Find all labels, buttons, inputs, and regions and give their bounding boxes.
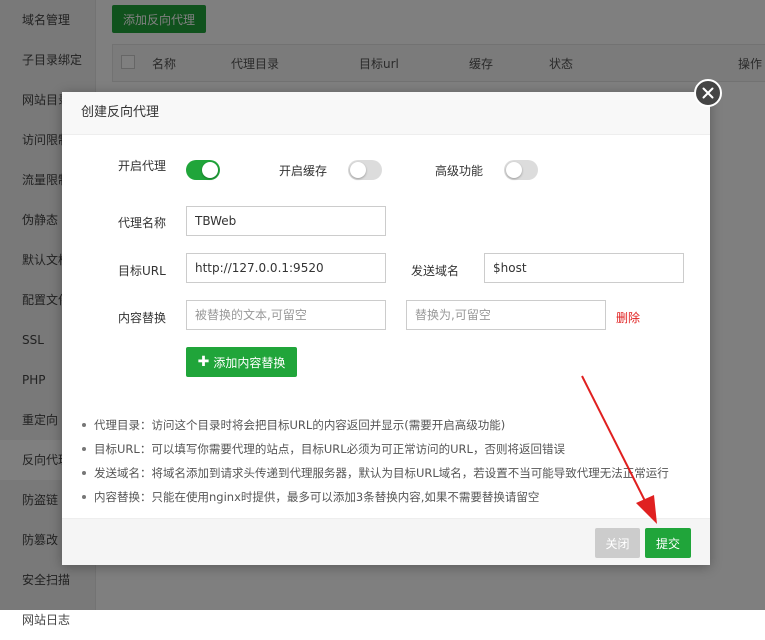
note-send-domain: 发送域名：将域名添加到请求头传递到代理服务器，默认为目标URL域名，若设置不当可… [80,461,700,485]
note-proxy-dir: 代理目录：访问这个目录时将会把目标URL的内容返回并显示(需要开启高级功能) [80,413,700,437]
add-content-replace-label: 添加内容替换 [213,355,286,370]
advanced-toggle[interactable] [504,160,538,180]
target-url-input[interactable] [186,253,386,283]
delete-replace-link[interactable]: 删除 [616,309,640,326]
add-content-replace-button[interactable]: ✚ 添加内容替换 [186,347,297,377]
proxy-name-label: 代理名称 [118,216,167,230]
cache-toggle-label: 开启缓存 [279,164,328,178]
proxy-name-input[interactable] [186,206,386,236]
toggle-knob [202,162,218,178]
proxy-toggle-label: 开启代理 [118,159,167,173]
content-replace-label: 内容替换 [118,311,167,325]
proxy-toggle[interactable] [186,160,220,180]
replace-to-input[interactable] [406,300,606,330]
submit-button[interactable]: 提交 [645,528,691,558]
dialog-footer: 关闭 提交 [62,518,710,565]
note-target-url: 目标URL：可以填写你需要代理的站点，目标URL必须为可正常访问的URL，否则将… [80,437,700,461]
create-reverse-proxy-dialog: 创建反向代理 开启代理 开启缓存 高级功能 代理名称 目标URL 发送域名 内容… [62,92,710,565]
close-dialog-button[interactable]: 关闭 [595,528,640,558]
dialog-close-button[interactable] [694,79,722,107]
close-icon [702,87,714,99]
toggle-knob [506,162,522,178]
dialog-title: 创建反向代理 [62,92,710,135]
send-domain-label: 发送域名 [411,264,460,278]
advanced-toggle-label: 高级功能 [435,164,484,178]
target-url-label: 目标URL [118,264,166,278]
toggle-knob [350,162,366,178]
cache-toggle[interactable] [348,160,382,180]
help-notes: 代理目录：访问这个目录时将会把目标URL的内容返回并显示(需要开启高级功能) 目… [80,413,700,509]
replace-from-input[interactable] [186,300,386,330]
note-content-replace: 内容替换：只能在使用nginx时提供，最多可以添加3条替换内容,如果不需要替换请… [80,485,700,509]
plus-icon: ✚ [197,354,210,370]
send-domain-input[interactable] [484,253,684,283]
